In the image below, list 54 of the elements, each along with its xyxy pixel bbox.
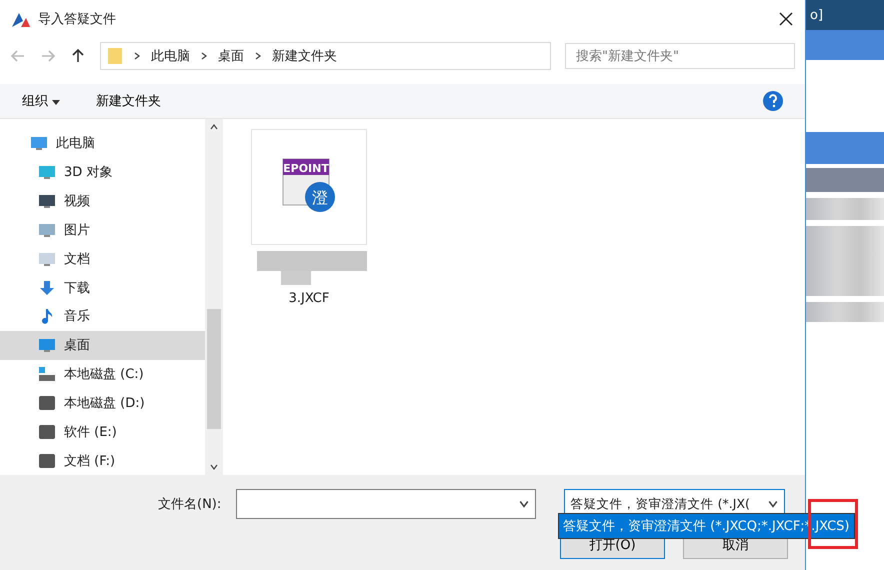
breadcrumb[interactable]: 桌面 — [218, 47, 244, 65]
sidebar-item[interactable]: 音乐 — [0, 302, 205, 331]
sidebar-item[interactable]: 文档 — [0, 244, 205, 274]
file-thumbnail[interactable]: EPOINT 澄 — [251, 129, 367, 245]
monitor-icon — [30, 135, 48, 152]
organize-button[interactable]: 组织 — [22, 92, 60, 110]
item-label: 文档 (F:) — [64, 452, 116, 470]
app-logo-icon — [12, 11, 30, 27]
chevron-icon — [254, 52, 262, 60]
background-window-title: o] — [806, 0, 884, 30]
down-arrow-icon — [38, 280, 56, 296]
up-arrow-icon[interactable] — [70, 48, 86, 64]
filename-field[interactable] — [236, 489, 536, 519]
item-label: 本地磁盘 (C:) — [64, 366, 144, 384]
item-label: 文档 — [64, 250, 90, 268]
sidebar-item[interactable]: 图片 — [0, 215, 205, 244]
sidebar-item[interactable]: 本地磁盘 (C:) — [0, 360, 205, 388]
filename-label: 文件名(N): — [158, 496, 222, 513]
item-label: 桌面 — [64, 337, 90, 354]
sidebar-item[interactable]: 软件 (E:) — [0, 417, 205, 446]
item-label: 3D 对象 — [64, 164, 112, 182]
item-label: 图片 — [64, 222, 90, 239]
close-icon[interactable] — [779, 12, 793, 26]
scrollbar[interactable] — [205, 119, 223, 475]
file-name: 3.JXCF — [288, 291, 330, 306]
sidebar-item[interactable]: 3D 对象 — [0, 158, 205, 187]
sidebar-item[interactable]: 文档 (F:) — [0, 446, 205, 475]
item-label: 音乐 — [64, 308, 90, 326]
item-label: 下载 — [64, 280, 90, 297]
caret-icon — [52, 100, 60, 105]
item-label: 视频 — [64, 193, 90, 210]
chevron-icon — [200, 52, 208, 60]
sidebar-item[interactable]: 视频 — [0, 186, 205, 216]
sidebar-item[interactable]: 下载 — [0, 273, 205, 302]
chevron-down-icon[interactable] — [519, 499, 530, 509]
item-label: 此电脑 — [56, 135, 95, 152]
help-icon[interactable] — [763, 91, 783, 111]
breadcrumb[interactable]: 新建文件夹 — [272, 47, 337, 65]
sidebar-item[interactable]: 本地磁盘 (D:) — [0, 388, 205, 418]
folder-icon — [107, 47, 123, 65]
desktop-icon — [38, 337, 56, 354]
item-label: 本地磁盘 (D:) — [64, 394, 145, 412]
chevron-icon — [133, 52, 141, 60]
breadcrumb[interactable]: 此电脑 — [151, 47, 190, 65]
address-bar[interactable]: 此电脑 桌面 新建文件夹 — [100, 42, 551, 70]
sidebar-item[interactable]: 桌面 — [0, 330, 205, 360]
new-folder-button[interactable]: 新建文件夹 — [96, 92, 162, 110]
window-title: 导入答疑文件 — [38, 11, 117, 28]
scroll-down-icon[interactable] — [210, 463, 218, 471]
chevron-down-icon[interactable] — [768, 499, 778, 509]
scroll-up-icon[interactable] — [210, 123, 218, 131]
sidebar-item[interactable]: 此电脑 — [0, 129, 205, 158]
item-label: 软件 (E:) — [64, 424, 117, 441]
search-field[interactable]: 搜索"新建文件夹" — [565, 43, 795, 69]
